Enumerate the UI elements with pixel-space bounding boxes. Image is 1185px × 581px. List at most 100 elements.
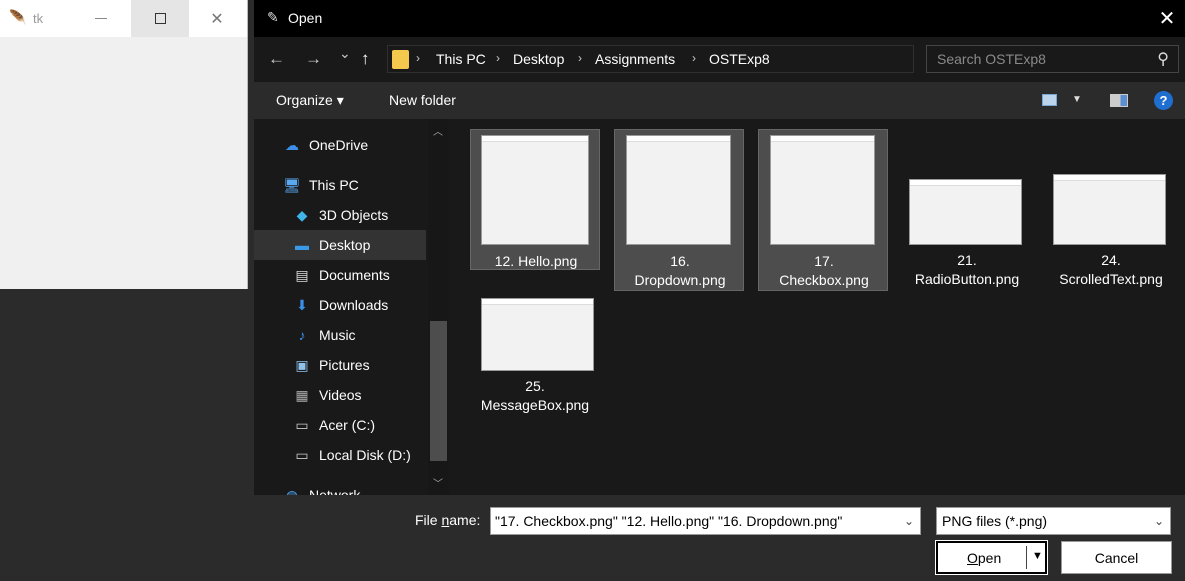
dialog-title: Open [288,10,323,26]
nav-item-desktop[interactable]: ▬ Desktop [254,230,426,260]
scroll-up-icon[interactable]: ︿ [433,123,443,138]
nav-item-pictures[interactable]: ▣ Pictures [254,350,426,380]
nav-scrollbar[interactable]: ︿ ﹀ [428,119,449,495]
dialog-close-button[interactable]: ✕ [1153,6,1181,31]
file-name-value: "17. Checkbox.png" "12. Hello.png" "16. … [495,513,843,529]
tk-title-bar: 🪶 tk ✕ [0,0,247,37]
file-name: MessageBox.png [480,397,590,413]
breadcrumb-separator: › [578,51,582,65]
file-list: 12. Hello.png 16. Dropdown.png 17. Check… [449,119,1185,495]
scrollbar-thumb[interactable] [430,321,447,461]
help-button[interactable]: ? [1154,91,1173,110]
file-item[interactable]: 21. RadioButton.png [902,129,1032,291]
chevron-down-icon[interactable]: ▼ [1072,94,1082,105]
file-name: 16. [670,253,690,269]
nav-item-documents[interactable]: ▤ Documents [254,260,426,290]
desktop-icon: ▬ [295,237,309,253]
breadcrumb-assignments[interactable]: Assignments [595,51,675,67]
file-item[interactable]: 25. MessageBox.png [470,297,600,417]
tk-close-button[interactable]: ✕ [194,0,240,37]
dialog-title-bar: ✎ Open ✕ [254,0,1185,37]
tk-window: 🪶 tk ✕ [0,0,248,289]
file-name-label: File name: [415,512,480,528]
nav-item-label: 3D Objects [319,207,389,223]
nav-item-onedrive[interactable]: ☁ OneDrive [254,130,426,160]
breadcrumb[interactable]: › This PC › Desktop › Assignments › OSTE… [387,45,1037,73]
nav-item-label: OneDrive [309,137,369,153]
nav-item-this-pc[interactable]: 🖥 This PC [254,170,426,200]
file-name-field[interactable]: "17. Checkbox.png" "12. Hello.png" "16. … [490,507,921,535]
file-name: RadioButton.png [914,271,1020,287]
nav-item-label: Network [309,487,361,495]
file-thumbnail [770,135,875,245]
file-type-value: PNG files (*.png) [942,513,1048,529]
back-button[interactable]: ← [268,49,285,69]
search-icon[interactable]: ⚲ [1157,49,1169,69]
breadcrumb-separator: › [692,51,696,65]
file-name: Dropdown.png [634,272,726,288]
file-item[interactable]: 16. Dropdown.png [614,129,744,291]
nav-item-downloads[interactable]: ⬇ Downloads [254,290,426,320]
file-item[interactable]: 24. ScrolledText.png [1046,129,1176,291]
breadcrumb-separator: › [496,51,500,65]
up-button[interactable]: ↑ [361,49,370,69]
breadcrumb-this-pc[interactable]: This PC [436,51,486,67]
breadcrumb-ostexp8[interactable]: OSTExp8 [709,51,770,67]
maximize-button[interactable] [131,0,189,37]
open-button-label: Open [967,550,1001,566]
nav-item-videos[interactable]: ▦ Videos [254,380,426,410]
folder-icon [392,50,409,69]
forward-button[interactable]: → [305,49,322,69]
nav-item-label: Documents [319,267,390,283]
file-thumbnail [626,135,731,245]
nav-item-acer-c[interactable]: ▭ Acer (C:) [254,410,426,440]
cancel-button[interactable]: Cancel [1061,541,1172,574]
file-item[interactable]: 17. Checkbox.png [758,129,888,291]
file-name: 12. Hello.png [494,253,578,269]
drive-icon: ▭ [295,447,309,463]
search-input[interactable]: Search OSTExp8 ⚲ [926,45,1179,73]
file-name-label-part: ame: [449,512,481,528]
minimize-button[interactable] [78,0,124,37]
nav-item-label: Local Disk (D:) [319,447,411,463]
chevron-down-icon[interactable]: ⌄ [904,514,914,528]
address-bar-row: ← → ⌄ ↑ › This PC › Desktop › Assignment… [254,37,1185,82]
view-options-icon[interactable] [1042,94,1057,106]
chevron-down-icon[interactable]: ▼ [1032,550,1043,562]
breadcrumb-separator: › [416,51,420,65]
breadcrumb-desktop[interactable]: Desktop [513,51,564,67]
search-placeholder: Search OSTExp8 [937,51,1046,67]
chevron-down-icon[interactable]: ⌄ [1154,514,1164,528]
tk-window-title: tk [33,11,44,26]
file-thumbnail [909,179,1022,245]
organize-button[interactable]: Organize ▾ [276,92,344,109]
file-name: Checkbox.png [779,272,869,288]
document-icon: ▤ [295,267,309,283]
new-folder-button[interactable]: New folder [389,92,456,108]
preview-pane-icon[interactable] [1110,94,1128,107]
file-name: 17. [814,253,834,269]
network-icon: ◍ [285,487,299,495]
open-button[interactable]: Open ▼ [935,540,1048,575]
nav-item-3d-objects[interactable]: ◆ 3D Objects [254,200,426,230]
dialog-footer: File name: "17. Checkbox.png" "12. Hello… [254,495,1185,581]
nav-item-label: Pictures [319,357,370,373]
split-divider [1026,546,1027,569]
file-name: ScrolledText.png [1059,271,1163,287]
nav-item-local-disk-d[interactable]: ▭ Local Disk (D:) [254,440,426,470]
nav-item-label: This PC [309,177,359,193]
maximize-icon [154,13,166,24]
file-thumbnail [481,135,589,245]
file-item[interactable]: 12. Hello.png [470,129,600,270]
nav-item-network[interactable]: ◍ Network [254,480,426,495]
nav-item-label: Downloads [319,297,389,313]
minimize-icon [95,18,107,19]
recent-locations-button[interactable]: ⌄ [339,45,351,62]
download-icon: ⬇ [296,297,308,313]
scroll-down-icon[interactable]: ﹀ [433,475,443,490]
file-type-select[interactable]: PNG files (*.png) ⌄ [936,507,1171,535]
feather-icon: ✎ [267,9,279,25]
open-dialog: ✎ Open ✕ ← → ⌄ ↑ › This PC › Desktop › A… [254,0,1185,581]
nav-item-music[interactable]: ♪ Music [254,320,426,350]
music-icon: ♪ [298,327,306,343]
